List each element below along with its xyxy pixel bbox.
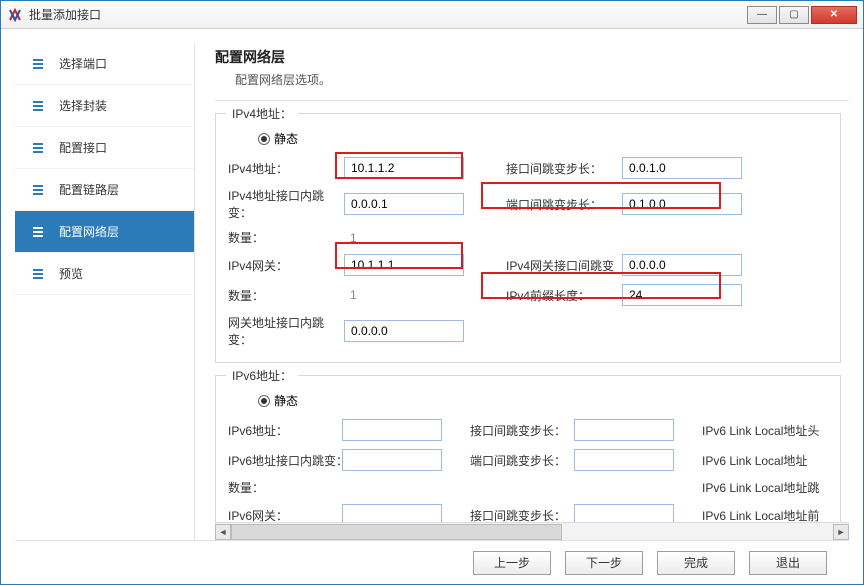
ipv6-legend: IPv6地址： bbox=[226, 367, 298, 384]
ipv4-ifstep-label: 接口间跳变步长： bbox=[506, 160, 616, 177]
ipv4-count2-value: 1 bbox=[344, 288, 464, 302]
finish-button[interactable]: 完成 bbox=[657, 551, 735, 575]
ipv4-static-radio[interactable]: 静态 bbox=[258, 130, 828, 147]
ipv4-addr-label: IPv4地址： bbox=[228, 160, 338, 177]
ipv6-ll-head-label: IPv6 Link Local地址头 bbox=[702, 422, 849, 439]
ipv6-form: IPv6地址： 接口间跳变步长： IPv6 Link Local地址头 IPv6… bbox=[228, 419, 828, 522]
sidebar-item-label: 配置链路层 bbox=[59, 181, 119, 198]
scroll-thumb[interactable] bbox=[231, 524, 562, 540]
ipv6-fieldset: IPv6地址： 静态 IPv6地址： 接口间跳变步长： IP bbox=[215, 375, 841, 522]
menu-icon bbox=[33, 269, 43, 279]
ipv6-addrinner-input[interactable] bbox=[342, 449, 442, 471]
ipv4-addrinner-input[interactable] bbox=[344, 193, 464, 215]
ipv4-ifstep-input[interactable] bbox=[622, 157, 742, 179]
scroll-right-icon[interactable]: ► bbox=[833, 524, 849, 540]
scroll-body[interactable]: IPv4地址： 静态 IPv4地址： 接口间跳变步长： IPv4地址接口内跳变： bbox=[215, 101, 849, 522]
ipv6-ifstep-label: 接口间跳变步长： bbox=[470, 422, 570, 439]
app-icon bbox=[7, 7, 23, 23]
ipv6-ll-addr-label: IPv6 Link Local地址 bbox=[702, 452, 849, 469]
ipv4-form: IPv4地址： 接口间跳变步长： IPv4地址接口内跳变： 端口间跳变步长： 数… bbox=[228, 157, 828, 348]
main-header: 配置网络层 配置网络层选项。 bbox=[215, 43, 849, 100]
sidebar-item-label: 配置网络层 bbox=[59, 223, 119, 240]
ipv4-gwinner-label: 网关地址接口内跳变： bbox=[228, 314, 338, 348]
page-subtitle: 配置网络层选项。 bbox=[235, 71, 849, 88]
ipv6-portstep-input[interactable] bbox=[574, 449, 674, 471]
ipv6-count-label: 数量： bbox=[228, 479, 338, 496]
ipv6-ifstep-input[interactable] bbox=[574, 419, 674, 441]
scroll-track[interactable] bbox=[231, 524, 833, 540]
menu-icon bbox=[33, 143, 43, 153]
window-title: 批量添加接口 bbox=[29, 6, 745, 23]
sidebar-item-select-port[interactable]: 选择端口 bbox=[15, 43, 194, 85]
ipv4-prefix-label: IPv4前缀长度： bbox=[506, 287, 616, 304]
horizontal-scrollbar[interactable]: ◄ ► bbox=[215, 522, 849, 540]
footer: 上一步 下一步 完成 退出 bbox=[15, 540, 849, 584]
ipv4-legend: IPv4地址： bbox=[226, 105, 298, 122]
ipv4-count-value: 1 bbox=[344, 231, 464, 245]
titlebar: 批量添加接口 — ▢ ✕ bbox=[1, 1, 863, 29]
menu-icon bbox=[33, 227, 43, 237]
sidebar: 选择端口 选择封装 配置接口 配置链路层 配置网络层 预览 bbox=[15, 43, 195, 540]
ipv6-addr-label: IPv6地址： bbox=[228, 422, 338, 439]
ipv4-count2-label: 数量： bbox=[228, 287, 338, 304]
radio-label: 静态 bbox=[274, 392, 298, 409]
window-buttons: — ▢ ✕ bbox=[745, 6, 857, 24]
sidebar-item-config-interface[interactable]: 配置接口 bbox=[15, 127, 194, 169]
menu-icon bbox=[33, 59, 43, 69]
sidebar-item-config-link[interactable]: 配置链路层 bbox=[15, 169, 194, 211]
ipv4-gw-label: IPv4网关： bbox=[228, 257, 338, 274]
ipv4-addrinner-label: IPv4地址接口内跳变： bbox=[228, 187, 338, 221]
ipv6-gw-label: IPv6网关： bbox=[228, 507, 338, 523]
ipv4-gwinner-input[interactable] bbox=[344, 320, 464, 342]
ipv4-portstep-input[interactable] bbox=[622, 193, 742, 215]
sidebar-item-label: 选择封装 bbox=[59, 97, 107, 114]
ipv4-gwifstep-label: IPv4网关接口间跳变 bbox=[506, 257, 616, 274]
ipv6-gwstep-label: 接口间跳变步长： bbox=[470, 507, 570, 523]
ipv4-portstep-label: 端口间跳变步长： bbox=[506, 196, 616, 213]
maximize-button[interactable]: ▢ bbox=[779, 6, 809, 24]
ipv4-fieldset: IPv4地址： 静态 IPv4地址： 接口间跳变步长： IPv4地址接口内跳变： bbox=[215, 113, 841, 363]
sidebar-item-preview[interactable]: 预览 bbox=[15, 253, 194, 295]
ipv6-portstep-label: 端口间跳变步长： bbox=[470, 452, 570, 469]
ipv4-prefix-input[interactable] bbox=[622, 284, 742, 306]
ipv6-addr-input[interactable] bbox=[342, 419, 442, 441]
scroll-area: IPv4地址： 静态 IPv4地址： 接口间跳变步长： IPv4地址接口内跳变： bbox=[215, 100, 849, 522]
ipv4-gw-input[interactable] bbox=[344, 254, 464, 276]
page-title: 配置网络层 bbox=[215, 47, 849, 67]
radio-label: 静态 bbox=[274, 130, 298, 147]
ipv6-ll-prefix-label: IPv6 Link Local地址前 bbox=[702, 507, 849, 523]
ipv6-gw-input[interactable] bbox=[342, 504, 442, 522]
main-panel: 配置网络层 配置网络层选项。 IPv4地址： 静态 IPv4地址： bbox=[195, 43, 849, 540]
radio-icon bbox=[258, 395, 270, 407]
menu-icon bbox=[33, 101, 43, 111]
content-area: 选择端口 选择封装 配置接口 配置链路层 配置网络层 预览 配置网络层 配置网络… bbox=[1, 29, 863, 540]
scroll-left-icon[interactable]: ◄ bbox=[215, 524, 231, 540]
ipv4-gwifstep-input[interactable] bbox=[622, 254, 742, 276]
app-window: 批量添加接口 — ▢ ✕ 选择端口 选择封装 配置接口 配置链路层 配置网络层 … bbox=[0, 0, 864, 585]
sidebar-item-select-encap[interactable]: 选择封装 bbox=[15, 85, 194, 127]
menu-icon bbox=[33, 185, 43, 195]
ipv4-addr-input[interactable] bbox=[344, 157, 464, 179]
next-button[interactable]: 下一步 bbox=[565, 551, 643, 575]
ipv6-ll-step-label: IPv6 Link Local地址跳 bbox=[702, 479, 849, 496]
sidebar-item-label: 预览 bbox=[59, 265, 83, 282]
ipv4-count-label: 数量： bbox=[228, 229, 338, 246]
ipv6-gwstep-input[interactable] bbox=[574, 504, 674, 522]
sidebar-item-config-network[interactable]: 配置网络层 bbox=[15, 211, 194, 253]
exit-button[interactable]: 退出 bbox=[749, 551, 827, 575]
prev-button[interactable]: 上一步 bbox=[473, 551, 551, 575]
sidebar-item-label: 配置接口 bbox=[59, 139, 107, 156]
ipv6-addrinner-label: IPv6地址接口内跳变： bbox=[228, 452, 338, 469]
ipv6-static-radio[interactable]: 静态 bbox=[258, 392, 828, 409]
minimize-button[interactable]: — bbox=[747, 6, 777, 24]
sidebar-item-label: 选择端口 bbox=[59, 55, 107, 72]
close-button[interactable]: ✕ bbox=[811, 6, 857, 24]
radio-icon bbox=[258, 133, 270, 145]
